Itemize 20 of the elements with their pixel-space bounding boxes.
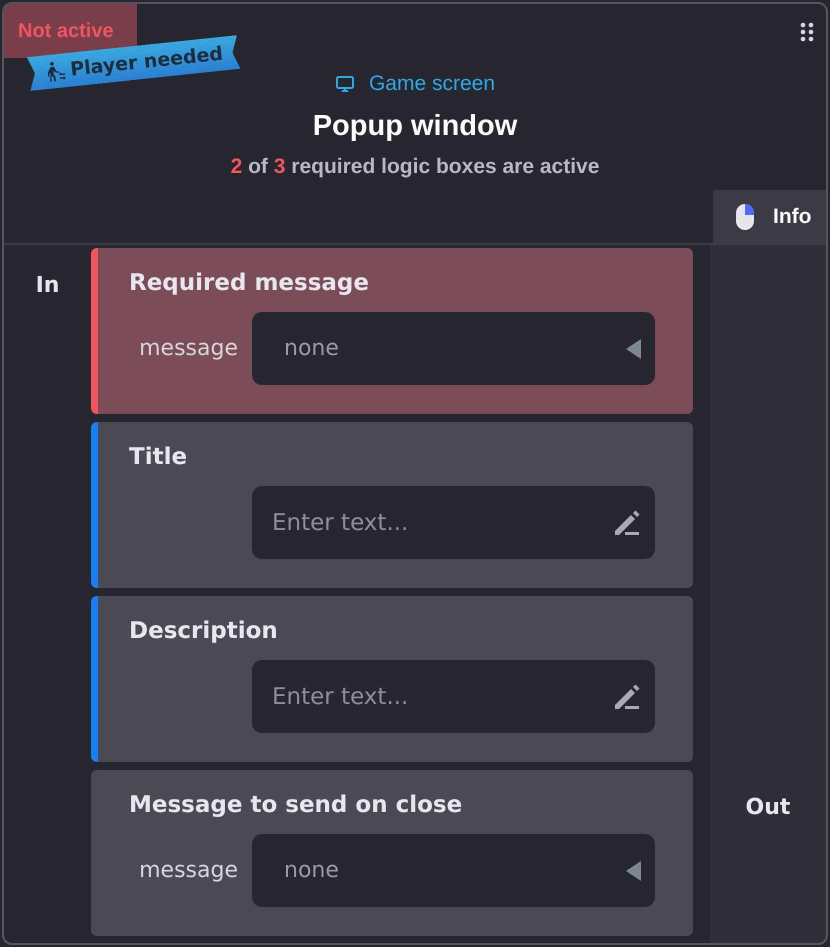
required-summary: 2 of 3 required logic boxes are active [230,155,600,179]
logic-box-title: Message to send on close [129,792,464,818]
outputs-label: Out [746,795,790,822]
info-tab[interactable]: Info [713,190,826,243]
inputs-label: In [36,273,60,298]
logic-box-title: Required message [129,270,370,296]
field-label: message [139,858,238,883]
field-label: message [139,336,238,361]
text-input-field[interactable]: Enter text... [252,660,655,733]
logic-box-title: Title [129,444,188,470]
logic-box-title: Description [129,618,279,644]
node-title: Popup window [312,110,518,143]
monitor-icon [334,74,355,94]
dropdown-field[interactable]: none [252,312,655,385]
drag-handle-icon[interactable] [800,22,814,42]
dropdown-field[interactable]: none [252,834,655,907]
text-input-field[interactable]: Enter text... [252,486,655,559]
mouse-icon [735,202,755,230]
category-label: Game screen [368,72,496,96]
status-badge: Not active [4,4,137,58]
